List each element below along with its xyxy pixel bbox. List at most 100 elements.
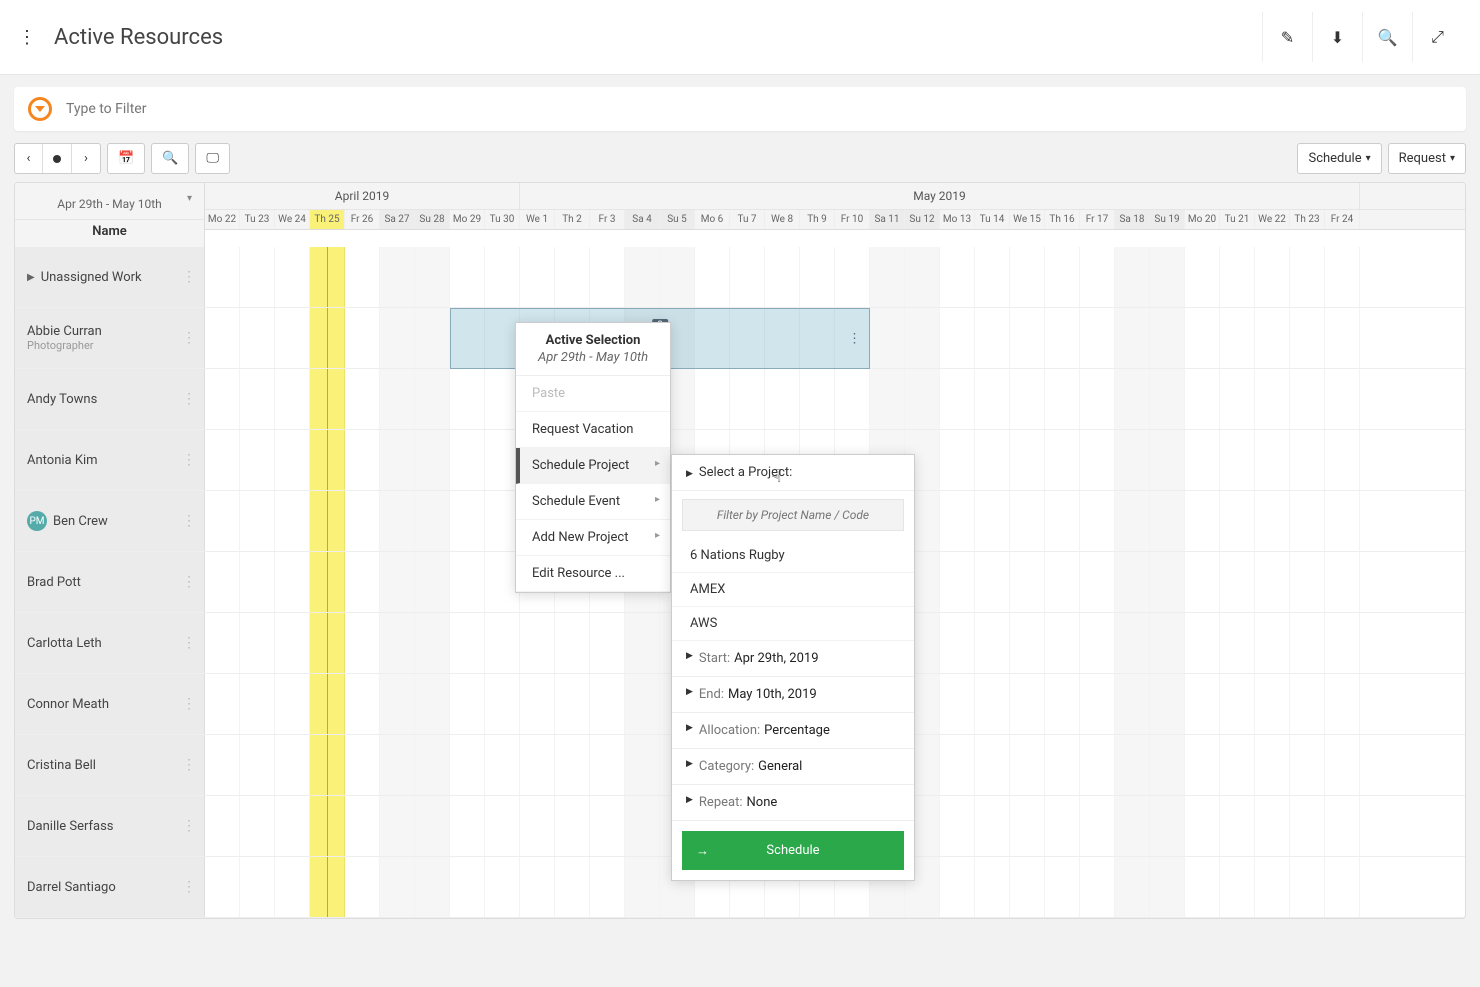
- grid-cell[interactable]: [1010, 857, 1045, 917]
- grid-cell[interactable]: [240, 796, 275, 856]
- grid-cell[interactable]: [1255, 308, 1290, 368]
- grid-cell[interactable]: [520, 857, 555, 917]
- grid-cell[interactable]: [590, 674, 625, 734]
- grid-cell[interactable]: [1220, 613, 1255, 673]
- grid-cell[interactable]: [310, 308, 345, 368]
- grid-cell[interactable]: [555, 613, 590, 673]
- day-header[interactable]: Fr 24: [1325, 210, 1360, 229]
- search-icon[interactable]: 🔍: [1362, 12, 1412, 62]
- ctx-request-vacation[interactable]: Request Vacation: [516, 412, 670, 448]
- grid-cell[interactable]: [415, 308, 450, 368]
- day-header[interactable]: Th 25: [310, 210, 345, 229]
- grid-cell[interactable]: [240, 491, 275, 551]
- grid-cell[interactable]: [380, 308, 415, 368]
- grid-cell[interactable]: [1150, 613, 1185, 673]
- grid-cell[interactable]: [905, 369, 940, 429]
- grid-cell[interactable]: [1150, 369, 1185, 429]
- grid-cell[interactable]: [590, 857, 625, 917]
- grid-cell[interactable]: [1325, 796, 1360, 856]
- grid-cell[interactable]: [1325, 674, 1360, 734]
- grid-cell[interactable]: [205, 735, 240, 795]
- grid-cell[interactable]: [870, 369, 905, 429]
- grid-cell[interactable]: [1290, 796, 1325, 856]
- resource-cell[interactable]: Cristina Bell⋮: [15, 735, 205, 795]
- grid-cell[interactable]: [240, 735, 275, 795]
- grid-cell[interactable]: [450, 247, 485, 307]
- grid-cell[interactable]: [1255, 796, 1290, 856]
- grid-cell[interactable]: [205, 491, 240, 551]
- grid-cell[interactable]: [1080, 369, 1115, 429]
- grid-cell[interactable]: [380, 857, 415, 917]
- row-menu-icon[interactable]: ⋮: [182, 696, 196, 712]
- grid-cell[interactable]: [1290, 308, 1325, 368]
- day-header[interactable]: Tu 30: [485, 210, 520, 229]
- grid-cell[interactable]: [1150, 674, 1185, 734]
- grid-cell[interactable]: [1290, 735, 1325, 795]
- grid-cell[interactable]: [1150, 308, 1185, 368]
- prev-icon[interactable]: ‹: [15, 144, 43, 173]
- grid-cell[interactable]: [1115, 796, 1150, 856]
- grid-cell[interactable]: [940, 369, 975, 429]
- grid-cell[interactable]: [730, 369, 765, 429]
- grid-cell[interactable]: [520, 796, 555, 856]
- grid-cell[interactable]: [520, 613, 555, 673]
- grid-cell[interactable]: [1010, 308, 1045, 368]
- grid-cell[interactable]: [450, 796, 485, 856]
- grid-cell[interactable]: [415, 491, 450, 551]
- grid-cell[interactable]: [1045, 796, 1080, 856]
- project-option[interactable]: 6 Nations Rugby: [672, 539, 914, 573]
- grid-cell[interactable]: [1080, 552, 1115, 612]
- resource-cell[interactable]: Andy Towns⋮: [15, 369, 205, 429]
- grid-cell[interactable]: [205, 369, 240, 429]
- resource-cell[interactable]: Danille Serfass⋮: [15, 796, 205, 856]
- grid-cell[interactable]: [415, 796, 450, 856]
- grid-cell[interactable]: [1045, 552, 1080, 612]
- grid-cell[interactable]: [1220, 369, 1255, 429]
- resource-cell[interactable]: Darrel Santiago⋮: [15, 857, 205, 917]
- grid-cell[interactable]: [1255, 247, 1290, 307]
- expand-icon[interactable]: ▶: [27, 272, 35, 283]
- grid-cell[interactable]: [1220, 430, 1255, 490]
- day-header[interactable]: Fr 26: [345, 210, 380, 229]
- grid-cell[interactable]: [975, 308, 1010, 368]
- grid-cell[interactable]: [275, 857, 310, 917]
- grid-cell[interactable]: [625, 613, 660, 673]
- day-header[interactable]: Th 9: [800, 210, 835, 229]
- grid-cell[interactable]: [1010, 369, 1045, 429]
- grid-cell[interactable]: [1045, 857, 1080, 917]
- zoom-icon[interactable]: 🔍: [152, 144, 188, 173]
- resource-cell[interactable]: Brad Pott⋮: [15, 552, 205, 612]
- resource-cell[interactable]: Connor Meath⋮: [15, 674, 205, 734]
- filter-input[interactable]: [66, 101, 1452, 117]
- grid-cell[interactable]: [450, 552, 485, 612]
- grid-cell[interactable]: [1325, 552, 1360, 612]
- grid-cell[interactable]: [310, 247, 345, 307]
- grid-cell[interactable]: [415, 735, 450, 795]
- grid-cell[interactable]: [1325, 308, 1360, 368]
- grid-cell[interactable]: [1150, 735, 1185, 795]
- day-header[interactable]: Sa 18: [1115, 210, 1150, 229]
- grid-cell[interactable]: [1115, 491, 1150, 551]
- ctx-schedule-event[interactable]: Schedule Event: [516, 484, 670, 520]
- grid-cell[interactable]: [1185, 308, 1220, 368]
- grid-cell[interactable]: [1150, 247, 1185, 307]
- day-header[interactable]: Su 19: [1150, 210, 1185, 229]
- row-menu-icon[interactable]: ⋮: [182, 391, 196, 407]
- grid-cell[interactable]: [240, 430, 275, 490]
- grid-cell[interactable]: [380, 491, 415, 551]
- grid-cell[interactable]: [1290, 552, 1325, 612]
- grid-cell[interactable]: [1325, 369, 1360, 429]
- grid-cell[interactable]: [1010, 796, 1045, 856]
- grid-cell[interactable]: [1045, 430, 1080, 490]
- grid-cell[interactable]: [1045, 247, 1080, 307]
- grid-cell[interactable]: [975, 369, 1010, 429]
- grid-cell[interactable]: [310, 857, 345, 917]
- grid-cell[interactable]: [1010, 735, 1045, 795]
- grid-cell[interactable]: [1080, 613, 1115, 673]
- grid-cell[interactable]: [380, 552, 415, 612]
- grid-cell[interactable]: [975, 796, 1010, 856]
- grid-cell[interactable]: [450, 369, 485, 429]
- row-menu-icon[interactable]: ⋮: [182, 330, 196, 346]
- grid-cell[interactable]: [450, 857, 485, 917]
- grid-cell[interactable]: [1325, 491, 1360, 551]
